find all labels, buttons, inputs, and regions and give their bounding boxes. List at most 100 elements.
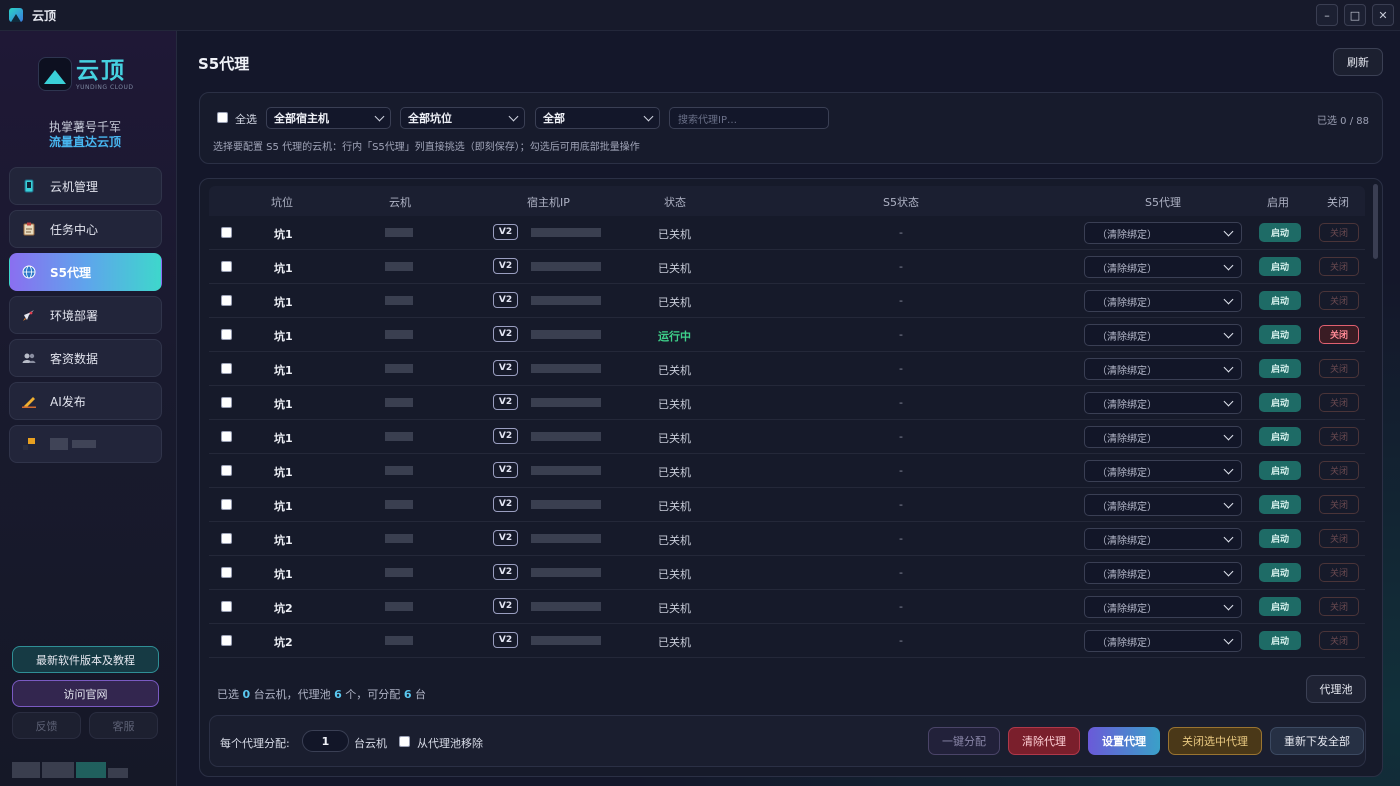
clear-proxy-button[interactable]: 清除代理 — [1008, 727, 1080, 755]
close-button[interactable]: 关闭 — [1319, 461, 1359, 480]
table-row[interactable]: 坑2 V2 已关机 - （清除绑定） 启动 关闭 — [209, 624, 1365, 658]
table-row[interactable]: 坑1 V2 已关机 - （清除绑定） 启动 关闭 — [209, 420, 1365, 454]
table-row[interactable]: 坑1 V2 已关机 - （清除绑定） 启动 关闭 — [209, 522, 1365, 556]
row-checkbox[interactable] — [221, 329, 232, 340]
proxy-ip-search-input[interactable]: 搜索代理IP… — [669, 107, 829, 129]
cloud-machine-blurred — [385, 568, 413, 577]
start-button[interactable]: 启动 — [1259, 291, 1301, 310]
start-button[interactable]: 启动 — [1259, 223, 1301, 242]
table-scrollbar[interactable] — [1373, 184, 1378, 259]
host-select[interactable]: 全部宿主机 — [266, 107, 391, 129]
s5-proxy-select[interactable]: （清除绑定） — [1084, 358, 1242, 380]
row-checkbox[interactable] — [221, 227, 232, 238]
row-checkbox[interactable] — [221, 431, 232, 442]
per-proxy-input[interactable]: 1 — [302, 730, 349, 752]
row-checkbox[interactable] — [221, 397, 232, 408]
row-checkbox[interactable] — [221, 635, 232, 646]
row-checkbox[interactable] — [221, 261, 232, 272]
start-button[interactable]: 启动 — [1259, 529, 1301, 548]
nav-item-customer-data[interactable]: 客资数据 — [9, 339, 162, 377]
customer-service-button[interactable]: 客服 — [89, 712, 158, 739]
close-button[interactable]: 关闭 — [1319, 529, 1359, 548]
nav-item-task-center[interactable]: 任务中心 — [9, 210, 162, 248]
auto-assign-button[interactable]: 一键分配 — [928, 727, 1000, 755]
s5-proxy-select[interactable]: （清除绑定） — [1084, 222, 1242, 244]
table-row[interactable]: 坑1 V2 已关机 - （清除绑定） 启动 关闭 — [209, 250, 1365, 284]
s5-proxy-select[interactable]: （清除绑定） — [1084, 290, 1242, 312]
s5-proxy-select[interactable]: （清除绑定） — [1084, 460, 1242, 482]
nav-item-blurred[interactable] — [9, 425, 162, 463]
official-site-button[interactable]: 访问官网 — [12, 680, 159, 707]
set-proxy-button[interactable]: 设置代理 — [1088, 727, 1160, 755]
start-button[interactable]: 启动 — [1259, 495, 1301, 514]
close-button[interactable]: 关闭 — [1319, 495, 1359, 514]
row-checkbox[interactable] — [221, 363, 232, 374]
close-button[interactable]: 关闭 — [1319, 291, 1359, 310]
table-row[interactable]: 坑1 V2 运行中 - （清除绑定） 启动 关闭 — [209, 318, 1365, 352]
row-checkbox[interactable] — [221, 295, 232, 306]
latest-version-button[interactable]: 最新软件版本及教程 — [12, 646, 159, 673]
proxy-pool-button[interactable]: 代理池 — [1306, 675, 1366, 703]
close-button[interactable]: 关闭 — [1319, 631, 1359, 650]
table-row[interactable]: 坑1 V2 已关机 - （清除绑定） 启动 关闭 — [209, 556, 1365, 590]
s5-proxy-select[interactable]: （清除绑定） — [1084, 256, 1242, 278]
start-button[interactable]: 启动 — [1259, 461, 1301, 480]
table-row[interactable]: 坑1 V2 已关机 - （清除绑定） 启动 关闭 — [209, 454, 1365, 488]
table-row[interactable]: 坑1 V2 已关机 - （清除绑定） 启动 关闭 — [209, 488, 1365, 522]
status-select[interactable]: 全部 — [535, 107, 660, 129]
redeploy-all-button[interactable]: 重新下发全部 — [1270, 727, 1364, 755]
close-selected-proxy-button[interactable]: 关闭选中代理 — [1168, 727, 1262, 755]
selection-summary: 已选 0 台云机，代理池 6 个，可分配 6 台 — [217, 688, 426, 701]
start-button[interactable]: 启动 — [1259, 257, 1301, 276]
nav-item-cloud-machines[interactable]: 云机管理 — [9, 167, 162, 205]
start-button[interactable]: 启动 — [1259, 631, 1301, 650]
start-button[interactable]: 启动 — [1259, 597, 1301, 616]
start-button[interactable]: 启动 — [1259, 563, 1301, 582]
row-checkbox[interactable] — [221, 567, 232, 578]
select-all-checkbox[interactable] — [217, 112, 228, 123]
s5-proxy-select[interactable]: （清除绑定） — [1084, 426, 1242, 448]
s5-proxy-select[interactable]: （清除绑定） — [1084, 324, 1242, 346]
refresh-button[interactable]: 刷新 — [1333, 48, 1383, 76]
table-row[interactable]: 坑2 V2 已关机 - （清除绑定） 启动 关闭 — [209, 590, 1365, 624]
host-ip-blurred — [531, 534, 601, 543]
nav-item-s5-proxy[interactable]: S5代理 — [9, 253, 162, 291]
table-row[interactable]: 坑1 V2 已关机 - （清除绑定） 启动 关闭 — [209, 352, 1365, 386]
close-button[interactable]: 关闭 — [1319, 427, 1359, 446]
close-window-button[interactable]: ✕ — [1372, 4, 1394, 26]
table-row[interactable]: 坑1 V2 已关机 - （清除绑定） 启动 关闭 — [209, 216, 1365, 250]
close-button[interactable]: 关闭 — [1319, 223, 1359, 242]
s5-proxy-select[interactable]: （清除绑定） — [1084, 392, 1242, 414]
s5-proxy-select[interactable]: （清除绑定） — [1084, 630, 1242, 652]
close-button[interactable]: 关闭 — [1319, 597, 1359, 616]
s5-proxy-select[interactable]: （清除绑定） — [1084, 562, 1242, 584]
brand-subtitle: YUNDING CLOUD — [76, 83, 134, 91]
nav-item-env-deploy[interactable]: 环境部署 — [9, 296, 162, 334]
s5-proxy-select[interactable]: （清除绑定） — [1084, 494, 1242, 516]
start-button[interactable]: 启动 — [1259, 359, 1301, 378]
nav-item-ai-publish[interactable]: AI发布 — [9, 382, 162, 420]
start-button[interactable]: 启动 — [1259, 325, 1301, 344]
table-row[interactable]: 坑1 V2 已关机 - （清除绑定） 启动 关闭 — [209, 284, 1365, 318]
feedback-button[interactable]: 反馈 — [12, 712, 81, 739]
row-checkbox[interactable] — [221, 465, 232, 476]
start-button[interactable]: 启动 — [1259, 393, 1301, 412]
remove-from-pool-checkbox[interactable] — [399, 736, 410, 747]
row-checkbox[interactable] — [221, 499, 232, 510]
maximize-button[interactable]: □ — [1344, 4, 1366, 26]
start-button[interactable]: 启动 — [1259, 427, 1301, 446]
slot-select[interactable]: 全部坑位 — [400, 107, 525, 129]
close-button[interactable]: 关闭 — [1319, 257, 1359, 276]
clipboard-icon — [21, 221, 37, 237]
close-button[interactable]: 关闭 — [1319, 325, 1359, 344]
close-button[interactable]: 关闭 — [1319, 393, 1359, 412]
row-checkbox[interactable] — [221, 533, 232, 544]
row-checkbox[interactable] — [221, 601, 232, 612]
s5-proxy-select[interactable]: （清除绑定） — [1084, 596, 1242, 618]
close-button[interactable]: 关闭 — [1319, 563, 1359, 582]
minimize-button[interactable]: – — [1316, 4, 1338, 26]
table-row[interactable]: 坑1 V2 已关机 - （清除绑定） 启动 关闭 — [209, 386, 1365, 420]
close-button[interactable]: 关闭 — [1319, 359, 1359, 378]
cloud-machine-blurred — [385, 364, 413, 373]
s5-proxy-select[interactable]: （清除绑定） — [1084, 528, 1242, 550]
